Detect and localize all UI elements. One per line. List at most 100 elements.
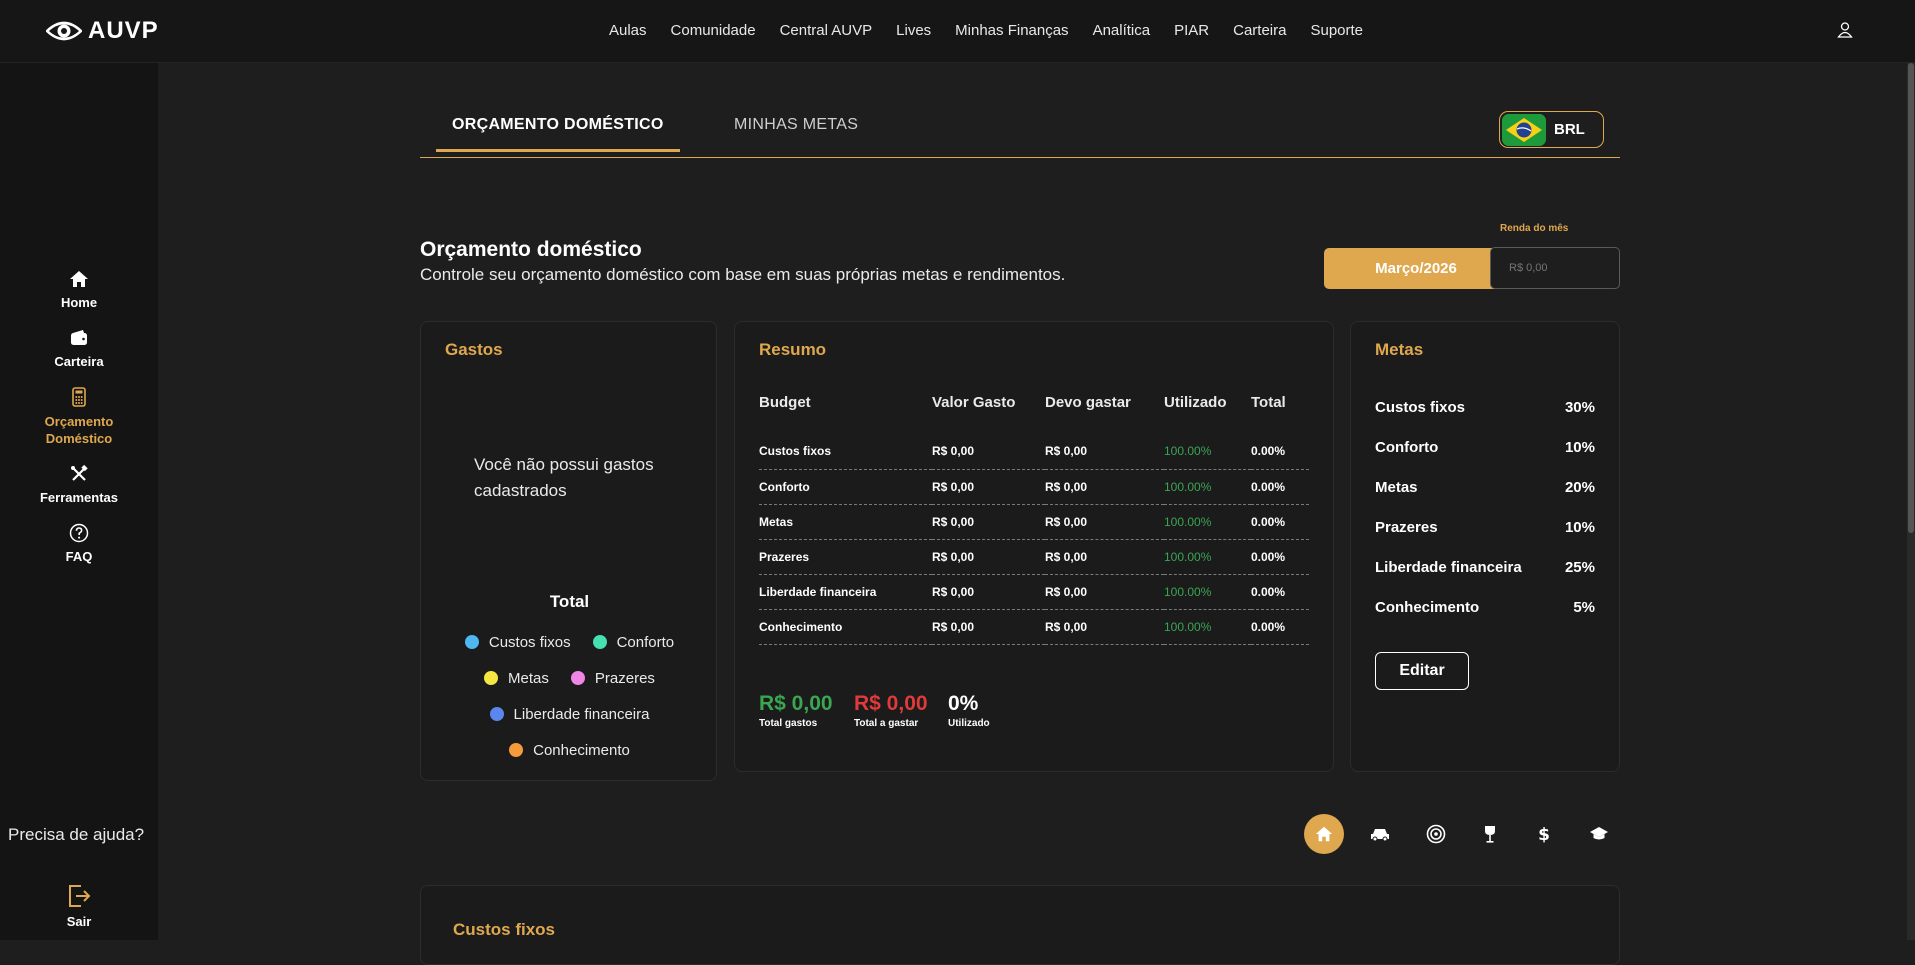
month-selector-button[interactable]: Março/2026 bbox=[1324, 248, 1508, 289]
target-icon bbox=[1426, 824, 1446, 844]
nav-piar[interactable]: PIAR bbox=[1174, 22, 1209, 39]
edit-metas-button[interactable]: Editar bbox=[1375, 652, 1469, 690]
table-cell: 100.00% bbox=[1164, 469, 1251, 505]
category-liberdade-button[interactable]: $ bbox=[1524, 814, 1564, 854]
table-cell: 0.00% bbox=[1251, 609, 1309, 645]
category-home-button[interactable] bbox=[1304, 814, 1344, 854]
table-row: Liberdade financeira R$ 0,00 R$ 0,00 100… bbox=[759, 574, 1309, 610]
brazil-flag-icon bbox=[1502, 113, 1546, 146]
sidebar-item-home[interactable]: Home bbox=[0, 269, 158, 310]
sidebar-item-label: Ferramentas bbox=[39, 490, 119, 505]
sidebar-item-ferramentas[interactable]: Ferramentas bbox=[0, 464, 158, 505]
currency-selector[interactable]: BRL bbox=[1499, 111, 1604, 148]
meta-label: Conforto bbox=[1375, 439, 1439, 456]
meta-label: Conhecimento bbox=[1375, 599, 1480, 616]
table-cell: Custos fixos bbox=[759, 434, 932, 470]
dollar-icon: $ bbox=[1538, 825, 1550, 844]
user-icon[interactable] bbox=[1836, 21, 1854, 39]
legend-item[interactable]: Conhecimento bbox=[509, 742, 630, 759]
sidebar-item-label: Carteira bbox=[54, 354, 104, 369]
resumo-title: Resumo bbox=[759, 340, 827, 359]
category-prazeres-button[interactable] bbox=[1470, 814, 1510, 854]
auvp-logo[interactable]: AUVP bbox=[46, 17, 159, 45]
page-title: Orçamento doméstico bbox=[420, 238, 642, 261]
help-link[interactable]: Precisa de ajuda? bbox=[8, 825, 144, 845]
sidebar-item-orcamento-domestico[interactable]: Orçamento Doméstico bbox=[0, 387, 158, 447]
utilizado-value: 0% bbox=[948, 692, 979, 715]
legend-item[interactable]: Conforto bbox=[592, 633, 675, 651]
legend-item[interactable]: Custos fixos bbox=[464, 634, 571, 651]
legend-label: Metas bbox=[508, 669, 549, 687]
category-conhecimento-button[interactable] bbox=[1579, 814, 1619, 854]
table-cell: Prazeres bbox=[759, 539, 932, 575]
page-scrollbar[interactable] bbox=[1907, 63, 1915, 940]
eye-logo-icon bbox=[46, 21, 82, 41]
wallet-icon bbox=[71, 330, 87, 345]
meta-value: 20% bbox=[1564, 479, 1595, 496]
sidebar-item-label: Home bbox=[60, 295, 98, 310]
table-cell: 0.00% bbox=[1251, 434, 1309, 470]
sidebar-item-faq[interactable]: FAQ bbox=[0, 523, 158, 564]
legend-dot bbox=[464, 635, 479, 649]
table-row: Custos fixos R$ 0,00 R$ 0,00 100.00% 0.0… bbox=[759, 434, 1309, 470]
legend-dot bbox=[484, 671, 499, 685]
home-icon bbox=[70, 271, 88, 287]
nav-lives[interactable]: Lives bbox=[896, 22, 931, 39]
calculator-icon bbox=[72, 387, 86, 407]
utilizado-total: 0% Utilizado bbox=[948, 692, 990, 729]
nav-carteira[interactable]: Carteira bbox=[1233, 22, 1286, 39]
nav-aulas[interactable]: Aulas bbox=[609, 22, 647, 39]
nav-suporte[interactable]: Suporte bbox=[1310, 22, 1363, 39]
category-metas-button[interactable] bbox=[1416, 814, 1456, 854]
legend-dot bbox=[570, 671, 585, 685]
meta-label: Metas bbox=[1375, 479, 1418, 496]
legend-item[interactable]: Liberdade financeira bbox=[489, 705, 650, 723]
empty-gastos-message: Você não possui gastos cadastrados bbox=[474, 455, 654, 500]
legend-item[interactable]: Metas bbox=[484, 670, 549, 687]
logout-icon bbox=[69, 885, 91, 907]
logout-button[interactable]: Sair bbox=[0, 883, 158, 929]
meta-label: Prazeres bbox=[1375, 519, 1438, 536]
table-cell: R$ 0,00 bbox=[1045, 504, 1164, 540]
total-a-gastar-label: Total a gastar bbox=[854, 718, 919, 729]
tab-minhas-metas[interactable]: MINHAS METAS bbox=[734, 116, 858, 134]
total-gastos-label: Total gastos bbox=[759, 718, 818, 729]
section-title: Custos fixos bbox=[453, 920, 556, 939]
svg-text:$: $ bbox=[1538, 825, 1550, 844]
table-cell: R$ 0,00 bbox=[932, 504, 1045, 540]
wine-icon bbox=[1485, 826, 1495, 843]
meta-value: 10% bbox=[1564, 439, 1595, 456]
meta-value: 5% bbox=[1573, 599, 1595, 616]
resumo-table: Budget Valor Gasto Devo gastar Utilizado… bbox=[759, 394, 1309, 645]
table-cell: Metas bbox=[759, 504, 932, 540]
legend-label: Conforto bbox=[616, 633, 675, 651]
column-header: Devo gastar bbox=[1045, 394, 1131, 411]
column-header: Utilizado bbox=[1164, 394, 1227, 411]
table-cell: 0.00% bbox=[1251, 574, 1309, 610]
tab-orcamento-domestico[interactable]: ORÇAMENTO DOMÉSTICO bbox=[436, 116, 680, 152]
legend-dot bbox=[509, 743, 524, 757]
table-row: Conhecimento R$ 0,00 R$ 0,00 100.00% 0.0… bbox=[759, 609, 1309, 645]
page-subtitle: Controle seu orçamento doméstico com bas… bbox=[420, 265, 1066, 284]
car-icon bbox=[1371, 829, 1389, 842]
sidebar-item-carteira[interactable]: Carteira bbox=[0, 328, 158, 369]
legend-label: Liberdade financeira bbox=[513, 705, 650, 723]
nav-analitica[interactable]: Analítica bbox=[1093, 22, 1151, 39]
column-header: Total bbox=[1251, 394, 1286, 411]
income-input[interactable] bbox=[1490, 247, 1620, 289]
table-cell: 100.00% bbox=[1164, 539, 1251, 575]
legend-item[interactable]: Prazeres bbox=[570, 670, 655, 687]
nav-comunidade[interactable]: Comunidade bbox=[671, 22, 756, 39]
table-cell: 0.00% bbox=[1251, 539, 1309, 575]
table-cell: 100.00% bbox=[1164, 434, 1251, 470]
table-row: Prazeres R$ 0,00 R$ 0,00 100.00% 0.00% bbox=[759, 539, 1309, 575]
home-icon bbox=[1315, 826, 1333, 842]
utilizado-label: Utilizado bbox=[948, 718, 990, 729]
scrollbar-thumb[interactable] bbox=[1908, 63, 1914, 533]
table-cell: 100.00% bbox=[1164, 609, 1251, 645]
nav-minhas-financas[interactable]: Minhas Finanças bbox=[955, 22, 1068, 39]
nav-central-auvp[interactable]: Central AUVP bbox=[780, 22, 873, 39]
total-a-gastar-value: R$ 0,00 bbox=[854, 692, 928, 715]
category-conforto-button[interactable] bbox=[1360, 814, 1400, 854]
meta-value: 25% bbox=[1564, 559, 1595, 576]
